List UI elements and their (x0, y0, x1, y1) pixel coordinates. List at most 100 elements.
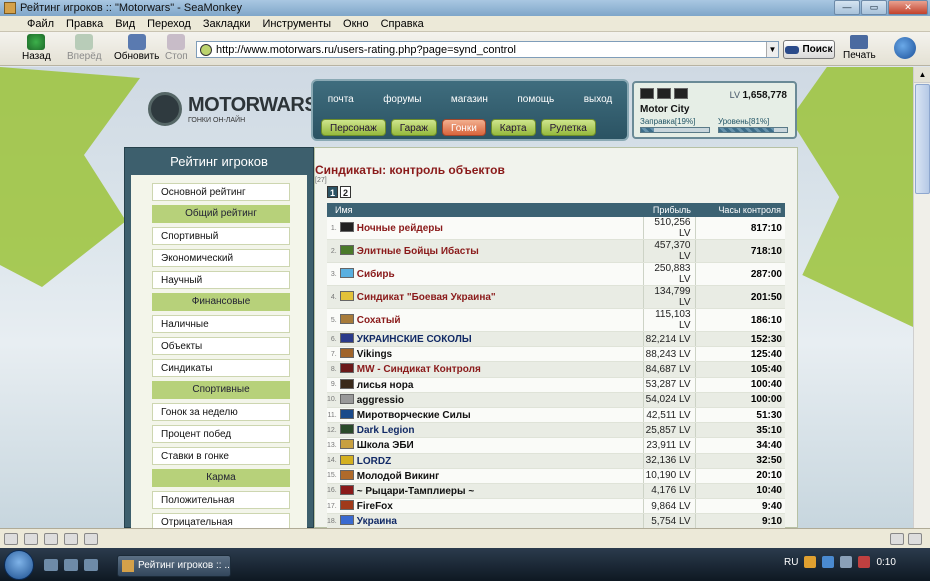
flag-icon (674, 88, 688, 99)
row-hours: 10:40 (694, 483, 785, 500)
nav-shop[interactable]: магазин (451, 94, 488, 105)
row-profit: 32,136 LV (642, 453, 695, 469)
sidebar-item[interactable]: Синдикаты (152, 359, 290, 377)
syndicate-emblem-icon (339, 393, 354, 404)
tray-icon[interactable] (822, 556, 835, 568)
nav-garage[interactable]: Гараж (390, 119, 437, 136)
page-2[interactable]: 2 (340, 186, 351, 198)
column-profit[interactable]: Прибыль (643, 203, 695, 217)
url-bar[interactable]: ▼ (196, 41, 779, 58)
stop-button[interactable]: Стоп (165, 34, 188, 62)
language-indicator[interactable]: RU (784, 557, 798, 568)
sidebar-item[interactable]: Процент побед (152, 425, 290, 443)
nav-races[interactable]: Гонки (442, 119, 486, 136)
menu-go[interactable]: Переход (141, 18, 197, 30)
url-dropdown-icon[interactable]: ▼ (766, 42, 778, 57)
sidebar-item[interactable]: Отрицательная (152, 513, 290, 528)
nav-logout[interactable]: выход (584, 94, 613, 105)
table-row: 4. Синдикат "Боевая Украина" 134,799 LV 201… (327, 285, 785, 309)
tray-icon[interactable] (804, 556, 817, 568)
row-hours: 9:10 (694, 513, 785, 528)
sidebar-item[interactable]: Экономический (152, 249, 290, 267)
menu-tools[interactable]: Инструменты (256, 18, 337, 30)
start-button[interactable] (4, 550, 34, 580)
sidebar-item[interactable]: Объекты (152, 337, 290, 355)
nav-character[interactable]: Персонаж (321, 119, 386, 136)
row-hours: 100:40 (694, 377, 785, 393)
sidebar-item[interactable]: Научный (152, 271, 290, 289)
sidebar-section-heading: Финансовые (152, 293, 290, 311)
syndicate-link[interactable]: Миротворческие Силы (357, 410, 471, 421)
maximize-button[interactable]: ▭ (861, 0, 887, 15)
back-button[interactable]: Назад (22, 34, 51, 62)
menu-file[interactable]: Файл (0, 18, 60, 30)
quicklaunch-icon[interactable] (44, 559, 58, 571)
syndicate-link[interactable]: Сибирь (357, 269, 395, 280)
decorative-splash (0, 67, 140, 287)
row-profit: 250,883 LV (642, 262, 695, 286)
menu-bookmarks[interactable]: Закладки (197, 18, 257, 30)
nav-forums[interactable]: форумы (383, 94, 421, 105)
rating-main: Синдикаты: контроль объектов [27] 1 2 Им… (314, 147, 798, 528)
tray-icon[interactable] (858, 556, 871, 568)
syndicate-link[interactable]: Украина (357, 516, 397, 527)
syndicate-link[interactable]: aggressio (357, 395, 404, 406)
sidebar-item[interactable]: Ставки в гонке (152, 447, 290, 465)
print-button[interactable]: Печать (843, 35, 876, 61)
scrollbar-thumb[interactable] (915, 84, 930, 194)
volume-icon[interactable] (840, 556, 853, 568)
syndicate-link[interactable]: Школа ЭБИ (357, 440, 414, 451)
menu-help[interactable]: Справка (375, 18, 430, 30)
menu-window[interactable]: Окно (337, 18, 375, 30)
nav-map[interactable]: Карта (490, 119, 536, 136)
row-hours: 9:40 (694, 498, 785, 515)
syndicate-link[interactable]: Элитные Бойцы Ибасты (357, 246, 479, 257)
url-input[interactable] (216, 43, 766, 56)
syndicate-link[interactable]: УКРАИНСКИЕ СОКОЛЫ (357, 334, 472, 345)
menu-view[interactable]: Вид (109, 18, 141, 30)
table-row: 14. LORDZ 32,136 LV 32:50 (327, 453, 785, 469)
syndicate-link[interactable]: Ночные рейдеры (357, 223, 443, 234)
syndicate-link[interactable]: FireFox (357, 501, 393, 512)
forward-button[interactable]: Вперёд (67, 34, 102, 62)
sidebar-item[interactable]: Спортивный (152, 227, 290, 245)
nav-roulette[interactable]: Рулетка (540, 119, 596, 136)
syndicate-emblem-icon (339, 484, 354, 495)
syndicate-link[interactable]: MW - Синдикат Контроля (357, 364, 481, 375)
syndicate-link[interactable]: Vikings (357, 349, 392, 360)
connection-icon (890, 532, 904, 545)
user-panel: LV 1,658,778 Motor City Заправка[19%] Ур… (632, 81, 797, 139)
menu-edit[interactable]: Правка (60, 18, 109, 30)
syndicate-emblem-icon (339, 314, 354, 324)
taskbar-window-item[interactable]: Рейтинг игроков :: ... (117, 555, 231, 577)
close-button[interactable]: ✕ (888, 0, 928, 15)
column-name[interactable]: Имя (327, 203, 643, 217)
column-hours[interactable]: Часы контроля (695, 203, 785, 217)
syndicate-link[interactable]: Синдикат "Боевая Украина" (357, 292, 496, 303)
table-row: 12. Dark Legion 25,857 LV 35:10 (327, 422, 785, 439)
quicklaunch-icon[interactable] (84, 559, 98, 571)
status-icon (64, 532, 78, 545)
minimize-button[interactable]: — (834, 0, 860, 15)
page-1[interactable]: 1 (327, 186, 338, 198)
syndicate-link[interactable]: Dark Legion (357, 425, 415, 436)
sidebar-item[interactable]: Гонок за неделю (152, 403, 290, 421)
syndicate-link[interactable]: лисья нора (357, 380, 414, 391)
vertical-scrollbar[interactable]: ▲ (913, 67, 930, 528)
nav-help[interactable]: помощь (517, 94, 554, 105)
sidebar-item[interactable]: Наличные (152, 315, 290, 333)
table-row: 7. Vikings 88,243 LV 125:40 (327, 346, 785, 363)
syndicate-link[interactable]: Сохатый (357, 315, 401, 326)
syndicate-link[interactable]: Молодой Викинг (357, 471, 440, 482)
syndicate-link[interactable]: LORDZ (357, 456, 391, 467)
row-profit: 457,370 LV (642, 239, 695, 263)
sidebar-item[interactable]: Положительная (152, 491, 290, 509)
row-hours: 201:50 (694, 285, 785, 309)
reload-button[interactable]: Обновить (114, 34, 159, 62)
nav-mail[interactable]: почта (328, 94, 354, 105)
quicklaunch-icon[interactable] (64, 559, 78, 571)
syndicate-link[interactable]: ~ Рыцари-Тамплиеры ~ (357, 486, 474, 497)
search-button[interactable]: Поиск (783, 40, 835, 59)
scroll-up-icon[interactable]: ▲ (914, 67, 930, 83)
sidebar-item[interactable]: Основной рейтинг (152, 183, 290, 201)
